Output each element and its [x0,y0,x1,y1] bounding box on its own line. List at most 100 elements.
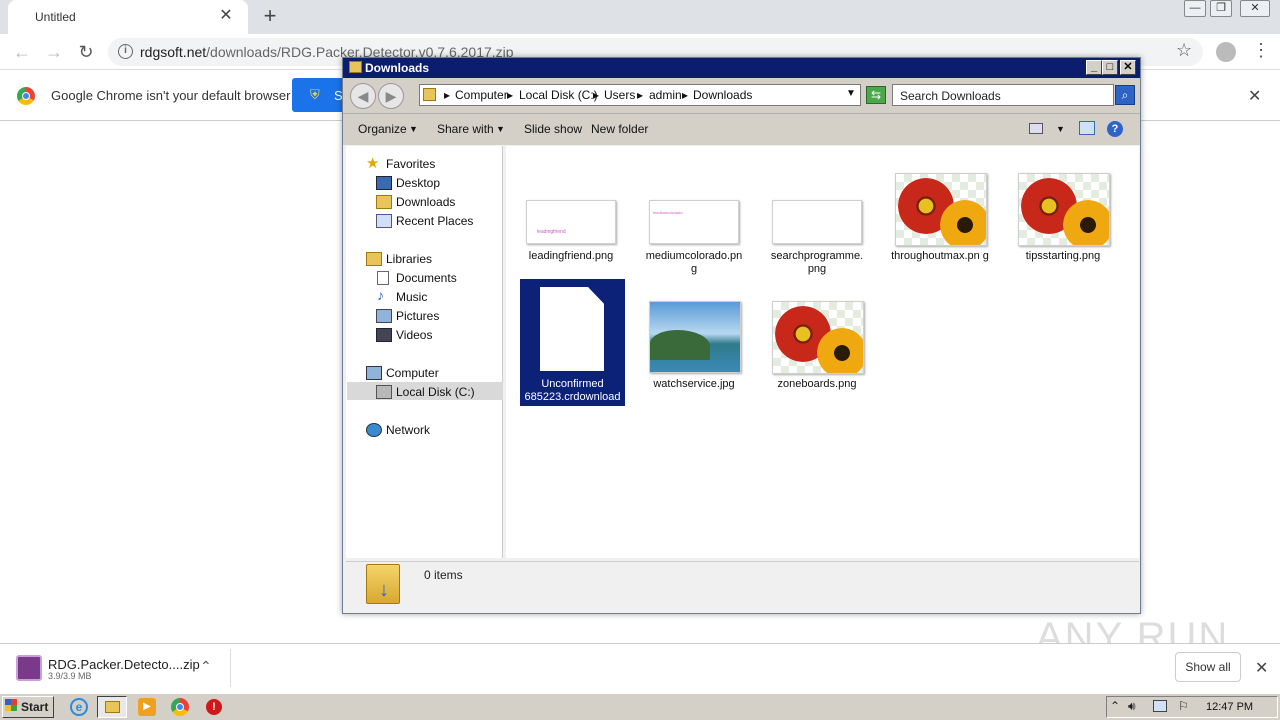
downloads-large-icon: ↓ [366,564,400,604]
download-file-name[interactable]: RDG.Packer.Detecto....zip [48,657,200,672]
breadcrumb-separator-icon[interactable]: ▸ [593,88,599,102]
chevron-up-icon[interactable]: ⌃ [200,658,212,675]
breadcrumb-downloads[interactable]: Downloads [693,88,752,102]
file-name: throughoutmax.pn g [891,250,989,262]
restore-icon[interactable]: ❐ [1210,0,1232,17]
address-dropdown-icon[interactable]: ▼ [846,88,856,99]
breadcrumb-admin[interactable]: admin [649,88,682,102]
explorer-close-icon[interactable]: ✕ [1120,60,1136,75]
view-dropdown-icon[interactable]: ▼ [1056,124,1065,134]
star-icon[interactable]: ☆ [1176,40,1192,61]
breadcrumb-separator-icon[interactable]: ▸ [637,88,643,102]
reload-icon[interactable]: ↻ [74,40,98,64]
help-icon[interactable]: ? [1107,121,1123,137]
explorer-title: Downloads [365,61,430,75]
tray-expand-icon[interactable]: ⌃ [1110,699,1120,713]
file-name: zoneboards.png [777,378,857,390]
chrome-taskbar-icon[interactable] [171,698,189,716]
show-all-button[interactable]: Show all [1175,652,1241,682]
taskbar [0,693,1280,720]
explorer-forward-icon[interactable]: ▶ [378,83,404,109]
volume-icon[interactable]: 🔊︎ [1128,699,1136,714]
downloads-folder-icon [376,195,392,209]
breadcrumb-separator-icon[interactable]: ▸ [444,88,450,102]
plus-icon[interactable]: + [258,5,282,29]
landscape-thumbnail [649,301,741,373]
search-placeholder: Search Downloads [900,89,1001,103]
back-icon[interactable]: ← [10,40,34,64]
breadcrumb-separator-icon[interactable]: ▸ [682,88,688,102]
close-window-icon[interactable]: ✕ [1240,0,1270,17]
menu-icon[interactable]: ⋮ [1252,40,1270,61]
nav-downloads[interactable]: Downloads [396,195,455,209]
ie-icon[interactable]: e [70,698,88,716]
search-icon[interactable]: ⌕ [1115,85,1135,105]
nav-libraries[interactable]: Libraries [386,252,432,266]
details-pane [346,561,1139,612]
nav-computer[interactable]: Computer [386,366,439,380]
file-thumbnail: leadingfriend [526,200,616,244]
avatar-icon[interactable] [1216,42,1236,62]
local-disk-icon [376,385,392,399]
nav-documents[interactable]: Documents [396,271,457,285]
tab-close-icon[interactable]: ✕ [216,6,236,26]
explorer-taskbar-button[interactable] [97,696,127,718]
clock[interactable]: 12:47 PM [1206,701,1253,713]
file-thumbnail: mediumcolorado [649,200,739,244]
url-domain: rdgsoft.net [140,44,207,60]
nav-music[interactable]: Music [396,290,427,304]
organize-dropdown-icon[interactable]: ▼ [409,124,418,134]
flower-thumbnail [772,301,864,374]
share-dropdown-icon[interactable]: ▼ [496,124,505,134]
organize-button[interactable]: Organize [358,122,407,136]
libraries-icon [366,252,382,266]
windows-logo-icon [5,699,17,711]
item-count: 0 items [424,568,463,582]
explorer-titlebar[interactable] [343,58,1140,78]
file-thumbnail [772,200,862,244]
breadcrumb-separator-icon[interactable]: ▸ [507,88,513,102]
share-with-button[interactable]: Share with [437,122,494,136]
new-folder-button[interactable]: New folder [591,122,648,136]
forward-icon[interactable]: → [42,40,66,64]
infobar-close-icon[interactable]: ✕ [1248,86,1261,106]
star-favorites-icon: ★ [366,155,380,172]
breadcrumb-local-disk[interactable]: Local Disk (C:) [519,88,598,102]
nav-recent-places[interactable]: Recent Places [396,214,473,228]
explorer-minimize-icon[interactable]: _ [1086,60,1102,75]
nav-videos[interactable]: Videos [396,328,432,342]
nav-local-disk[interactable]: Local Disk (C:) [396,385,475,399]
explorer-maximize-icon[interactable]: □ [1102,60,1118,75]
media-player-icon[interactable]: ▶ [138,698,156,716]
desktop-icon [376,176,392,190]
network-tray-icon[interactable] [1153,700,1167,712]
file-name: tipsstarting.png [1025,250,1101,262]
slide-show-button[interactable]: Slide show [524,122,582,136]
refresh-icon[interactable]: ⇆ [866,86,886,104]
view-icon[interactable] [1029,123,1043,134]
file-name: leadingfriend.png [528,250,614,262]
shelf-close-icon[interactable]: ✕ [1255,658,1268,678]
minimize-icon[interactable]: — [1184,0,1206,17]
nav-network[interactable]: Network [386,423,430,437]
chrome-logo-icon [17,87,35,105]
explorer-back-icon[interactable]: ◀ [350,83,376,109]
stop-icon[interactable]: ! [206,699,222,715]
file-name: mediumcolorado.pn g [645,250,743,275]
tab-title: Untitled [35,10,76,24]
infobar-text: Google Chrome isn't your default browser [51,88,291,103]
nav-favorites[interactable]: Favorites [386,157,435,171]
recent-places-icon [376,214,392,228]
breadcrumb-computer[interactable]: Computer [455,88,508,102]
file-name: watchservice.jpg [653,378,735,390]
preview-pane-icon[interactable] [1079,121,1095,135]
nav-pictures[interactable]: Pictures [396,309,439,323]
breadcrumb-users[interactable]: Users [604,88,635,102]
pictures-icon [376,309,392,323]
info-icon[interactable]: i [118,44,133,59]
thumb-text: leadingfriend [537,229,566,235]
file-name: Unconfirmed 685223.crdownload [524,378,621,403]
shelf-divider [230,649,231,687]
nav-desktop[interactable]: Desktop [396,176,440,190]
flag-icon[interactable]: ⚐ [1178,699,1189,713]
